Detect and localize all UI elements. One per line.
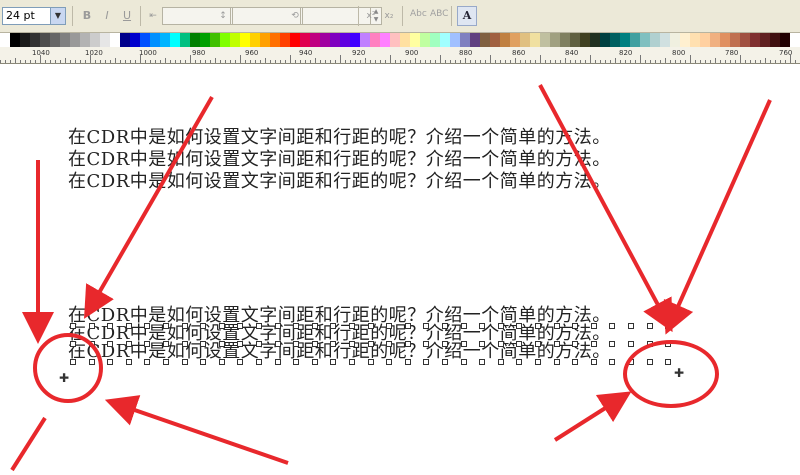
annotation-arrow — [104, 395, 289, 465]
annotation-arrow — [538, 84, 673, 333]
annotation-arrow — [553, 391, 632, 442]
annotation-arrow — [84, 96, 214, 319]
annotation-arrows — [10, 84, 772, 472]
annotation-arrow — [10, 416, 47, 472]
annotation-arrow — [663, 99, 772, 335]
